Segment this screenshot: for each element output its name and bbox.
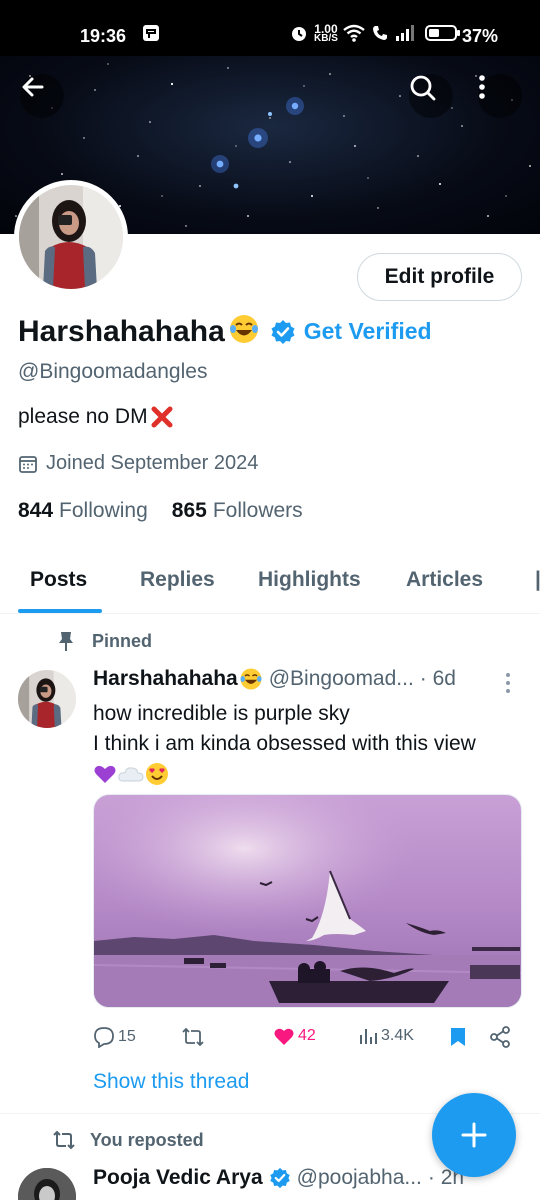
profile-name: Harshahahaha xyxy=(18,314,225,348)
profile-handle: @Bingoomadangles xyxy=(18,360,208,383)
profile-joined: Joined September 2024 xyxy=(18,452,258,475)
search-icon xyxy=(410,75,436,101)
avatar-image xyxy=(18,1168,76,1200)
post-header: Harshahahaha @Bingoomad... · 6d xyxy=(93,667,456,691)
repost-icon xyxy=(53,1130,75,1150)
post-header: Pooja Vedic Arya @poojabha... · 2h xyxy=(93,1166,464,1190)
followers-count: 865 xyxy=(171,499,207,522)
post-timestamp[interactable]: · 6d xyxy=(420,667,456,691)
post-emoji-line xyxy=(93,759,533,789)
post-author-handle[interactable]: @poojabha... xyxy=(297,1166,422,1190)
edit-profile-button[interactable]: Edit profile xyxy=(357,253,522,301)
compose-post-button[interactable] xyxy=(432,1093,516,1177)
verified-badge-icon xyxy=(269,1167,291,1189)
reply-count: 15 xyxy=(118,1028,136,1045)
profile-bio: please no DM xyxy=(18,405,174,429)
share-icon xyxy=(490,1026,510,1048)
network-speed-unit: KB/S xyxy=(314,33,338,44)
cloud-icon xyxy=(118,767,144,782)
reposted-indicator: You reposted xyxy=(52,1129,204,1151)
more-vertical-icon xyxy=(479,75,485,99)
battery-percent: 37% xyxy=(462,26,499,46)
more-vertical-icon xyxy=(506,673,510,693)
avatar-image xyxy=(19,185,123,289)
cross-mark-emoji-icon xyxy=(150,405,174,429)
get-verified-link[interactable]: Get Verified xyxy=(304,318,432,345)
status-time: 19:36 xyxy=(80,26,127,46)
signal-icon xyxy=(395,24,415,47)
reposted-label: You reposted xyxy=(90,1129,204,1150)
tab-more-overflow[interactable]: | xyxy=(535,568,540,592)
tab-articles[interactable]: Articles xyxy=(406,568,483,592)
followers-label: Followers xyxy=(212,499,303,522)
post-text: how incredible is purple sky I think i a… xyxy=(93,699,533,789)
tab-posts[interactable]: Posts xyxy=(30,568,87,592)
views-button[interactable]: 3.4K xyxy=(358,1026,414,1046)
profile-avatar[interactable] xyxy=(14,180,128,294)
alarm-icon xyxy=(290,24,308,47)
arrow-left-icon xyxy=(22,77,44,97)
reply-button[interactable]: 15 xyxy=(93,1026,136,1048)
share-button[interactable] xyxy=(489,1026,511,1048)
post-author-avatar[interactable] xyxy=(18,1168,76,1200)
follow-stats: 844 Following 865 Followers xyxy=(18,499,327,523)
verified-badge-icon[interactable] xyxy=(270,319,296,345)
joined-text: Joined September 2024 xyxy=(46,452,259,474)
like-button[interactable]: 42 xyxy=(273,1026,316,1046)
laughing-emoji-icon xyxy=(239,667,263,691)
pinned-indicator: Pinned xyxy=(56,630,152,652)
following-label: Following xyxy=(59,499,148,522)
wifi-icon xyxy=(343,24,365,47)
repost-button[interactable] xyxy=(181,1026,205,1048)
purple-heart-icon xyxy=(94,765,116,783)
calendar-icon xyxy=(18,454,38,474)
notification-app-icon xyxy=(142,24,160,47)
like-count: 42 xyxy=(298,1027,316,1044)
repost-icon xyxy=(182,1027,204,1047)
post-author-avatar[interactable] xyxy=(18,670,76,728)
search-button[interactable] xyxy=(409,74,453,118)
heart-filled-icon xyxy=(274,1028,294,1045)
post-text-line: how incredible is purple sky xyxy=(93,702,350,725)
post-actions: 15 42 3.4K xyxy=(93,1022,522,1052)
views-chart-icon xyxy=(360,1029,377,1044)
post-text-line: I think i am kinda obsessed with this vi… xyxy=(93,732,476,755)
profile-tabs: Posts Replies Highlights Articles | xyxy=(0,556,540,614)
laughing-emoji-icon xyxy=(228,313,260,350)
tab-highlights[interactable]: Highlights xyxy=(258,568,361,592)
more-options-button[interactable] xyxy=(478,74,522,118)
tab-replies[interactable]: Replies xyxy=(140,568,215,592)
pin-icon xyxy=(56,630,76,652)
post-author-name[interactable]: Pooja Vedic Arya xyxy=(93,1166,263,1190)
purple-sky-photo xyxy=(94,795,521,1007)
following-count: 844 xyxy=(18,499,54,522)
active-tab-indicator xyxy=(18,609,102,613)
followers-link[interactable]: 865 Followers xyxy=(172,499,303,523)
post-author-handle[interactable]: @Bingoomad... xyxy=(269,667,414,691)
post-media-image[interactable] xyxy=(93,794,522,1008)
following-link[interactable]: 844 Following xyxy=(18,499,148,523)
plus-icon xyxy=(461,1122,487,1148)
back-button[interactable] xyxy=(20,74,64,118)
network-speed: 1.00 KB/S xyxy=(314,23,338,44)
post-more-button[interactable] xyxy=(504,672,512,699)
wifi-calling-icon xyxy=(372,24,390,47)
bookmark-button[interactable] xyxy=(449,1026,467,1048)
profile-name-row: Harshahahaha Get Verified xyxy=(18,313,432,350)
pinned-label: Pinned xyxy=(92,630,153,651)
show-thread-link[interactable]: Show this thread xyxy=(93,1070,249,1094)
view-count: 3.4K xyxy=(381,1027,414,1044)
status-bar: 19:36 1.00 KB/S 37% xyxy=(0,0,540,56)
reply-icon xyxy=(94,1027,114,1048)
battery-icon xyxy=(425,24,461,47)
bio-text: please no DM xyxy=(18,405,148,428)
post-author-name[interactable]: Harshahahaha xyxy=(93,667,238,691)
heart-eyes-emoji-icon xyxy=(146,763,168,785)
bookmark-filled-icon xyxy=(451,1028,465,1046)
avatar-image xyxy=(18,670,76,728)
